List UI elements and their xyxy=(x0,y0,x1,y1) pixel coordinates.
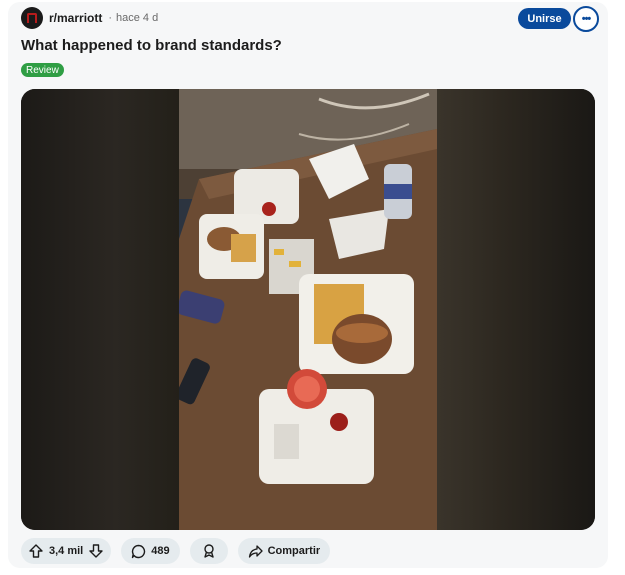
comments-button[interactable]: 489 xyxy=(121,538,180,564)
food-photo-illustration xyxy=(176,89,437,530)
comment-count: 489 xyxy=(151,545,170,557)
post-card[interactable]: r/marriott · hace 4 d Unirse ••• What ha… xyxy=(8,2,608,568)
award-button[interactable] xyxy=(189,538,228,564)
action-bar: 3,4 mil 489 Compartir xyxy=(21,538,340,564)
meta-separator: · xyxy=(108,12,113,24)
downvote-icon[interactable] xyxy=(89,544,103,558)
food-photo xyxy=(176,89,437,530)
more-options-button[interactable]: ••• xyxy=(573,6,599,32)
image-blur-left xyxy=(21,89,179,530)
share-label: Compartir xyxy=(267,545,321,557)
join-button[interactable]: Unirse xyxy=(518,8,571,29)
vote-count: 3,4 mil xyxy=(49,545,84,557)
image-blur-right xyxy=(437,89,595,530)
marriott-logo-icon xyxy=(27,13,37,23)
post-flair[interactable]: Review xyxy=(21,63,64,77)
post-title[interactable]: What happened to brand standards? xyxy=(21,37,282,54)
comment-icon xyxy=(131,544,146,559)
post-image[interactable] xyxy=(21,89,595,530)
community-avatar[interactable] xyxy=(21,7,43,29)
award-icon xyxy=(202,544,216,558)
post-header: r/marriott · hace 4 d xyxy=(21,7,158,29)
community-name[interactable]: r/marriott xyxy=(49,11,102,25)
post-time: hace 4 d xyxy=(116,12,159,24)
share-button[interactable]: Compartir xyxy=(237,538,331,564)
more-icon: ••• xyxy=(581,13,592,25)
upvote-icon[interactable] xyxy=(29,544,43,558)
share-icon xyxy=(248,544,263,559)
vote-control: 3,4 mil xyxy=(21,538,112,564)
